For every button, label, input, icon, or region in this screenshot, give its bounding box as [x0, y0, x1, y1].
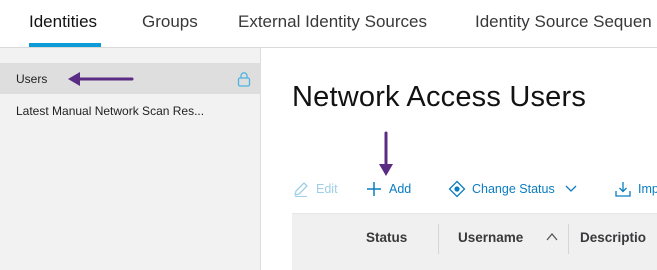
page-title: Network Access Users [292, 81, 587, 113]
add-button[interactable]: Add [365, 179, 411, 199]
sidebar-item-label: Latest Manual Network Scan Res... [16, 104, 205, 118]
import-icon [615, 182, 631, 197]
column-header-username[interactable]: Username [458, 230, 523, 245]
import-label: Imp [638, 182, 657, 196]
active-tab-indicator [29, 43, 101, 47]
tab-bar: Identities Groups External Identity Sour… [0, 0, 657, 48]
lock-icon [237, 72, 251, 87]
edit-label: Edit [316, 182, 338, 196]
plus-icon [367, 182, 381, 196]
sort-ascending-icon[interactable] [546, 232, 558, 242]
column-header-status[interactable]: Status [366, 230, 407, 245]
sidebar-item-label: Users [16, 72, 48, 86]
annotation-arrow-down-icon [379, 131, 393, 176]
pencil-icon [294, 182, 308, 197]
column-divider [438, 224, 439, 254]
column-header-description[interactable]: Descriptio [580, 230, 646, 245]
tab-groups[interactable]: Groups [142, 0, 198, 48]
tab-external-identity-sources[interactable]: External Identity Sources [238, 0, 427, 48]
table-header: Status Username Descriptio [292, 213, 657, 270]
import-button[interactable]: Imp [614, 179, 657, 199]
tab-identities[interactable]: Identities [29, 0, 97, 48]
add-label: Add [389, 182, 412, 196]
change-status-button[interactable]: Change Status [448, 179, 577, 199]
change-status-label: Change Status [472, 182, 555, 196]
annotation-arrow-left-icon [68, 72, 134, 86]
chevron-down-icon [565, 185, 577, 192]
column-divider [568, 224, 569, 254]
status-icon [448, 180, 466, 198]
sidebar-item-latest-scan-results[interactable]: Latest Manual Network Scan Res... [0, 95, 260, 126]
tab-identity-source-sequences[interactable]: Identity Source Sequen [475, 0, 652, 48]
edit-button[interactable]: Edit [292, 179, 338, 199]
